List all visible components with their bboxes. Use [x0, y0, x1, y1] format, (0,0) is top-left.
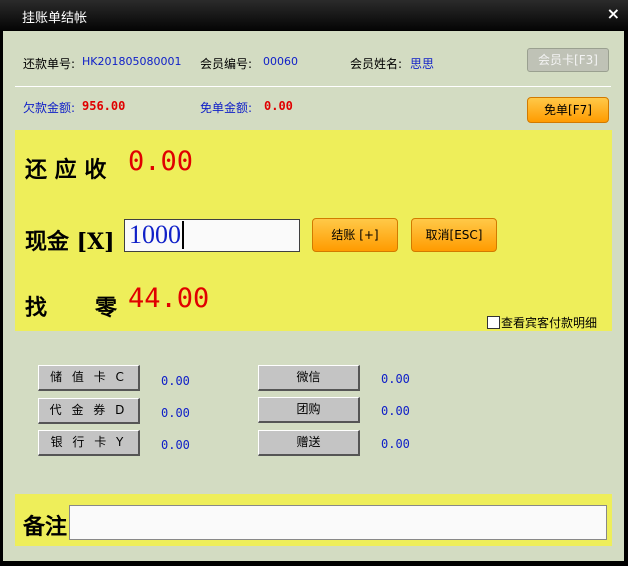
change-label-first: 找	[25, 295, 48, 321]
owed-label: 欠款金额:	[23, 101, 76, 115]
stored-value-card-button[interactable]: 储 值 卡 C	[38, 365, 140, 391]
detail-checkbox-label[interactable]: 查看宾客付款明细	[501, 314, 597, 331]
bill-no-label: 还款单号:	[23, 57, 76, 71]
remark-panel: 备注	[15, 494, 612, 546]
member-name-label: 会员姓名:	[350, 57, 403, 71]
detail-checkbox[interactable]	[487, 316, 500, 329]
gift-button[interactable]: 赠送	[258, 430, 360, 456]
payment-panel: 还 应 收 0.00 现金 [X] 1000 结账 [+] 取消[ESC] 找 …	[15, 130, 612, 331]
gift-amount: 0.00	[381, 437, 410, 451]
amount-due-value: 0.00	[128, 146, 194, 177]
bill-no-value: HK201805080001	[82, 55, 182, 68]
waive-label: 免单金额:	[200, 101, 253, 115]
amount-due-label: 还 应 收	[25, 157, 107, 183]
cash-label: 现金 [X]	[25, 229, 115, 255]
member-no-label: 会员编号:	[200, 57, 253, 71]
group-buy-button[interactable]: 团购	[258, 397, 360, 423]
bank-card-button[interactable]: 银 行 卡 Y	[38, 430, 140, 456]
dialog-body: 还款单号: HK201805080001 会员编号: 00060 会员姓名: 思…	[3, 31, 624, 561]
cash-input-value: 1000	[129, 221, 184, 249]
divider	[15, 86, 611, 87]
waive-value: 0.00	[264, 99, 293, 113]
owed-value: 956.00	[82, 99, 126, 113]
waive-button[interactable]: 免单[F7]	[527, 97, 609, 123]
checkout-button[interactable]: 结账 [+]	[312, 218, 398, 252]
title-bar: 挂账单结帐 ×	[0, 0, 628, 30]
checkout-dialog: 挂账单结帐 × 还款单号: HK201805080001 会员编号: 00060…	[0, 0, 628, 566]
wechat-button[interactable]: 微信	[258, 365, 360, 391]
stored-value-card-amount: 0.00	[161, 374, 190, 388]
change-label-second: 零	[95, 295, 118, 321]
member-card-button[interactable]: 会员卡[F3]	[527, 48, 609, 72]
cancel-button[interactable]: 取消[ESC]	[411, 218, 497, 252]
voucher-button[interactable]: 代 金 券 D	[38, 398, 140, 424]
change-value: 44.00	[128, 283, 210, 314]
group-buy-amount: 0.00	[381, 404, 410, 418]
voucher-amount: 0.00	[161, 406, 190, 420]
remark-label: 备注	[23, 514, 68, 540]
close-icon[interactable]: ×	[607, 4, 620, 23]
member-name-value: 思思	[410, 57, 435, 71]
bank-card-amount: 0.00	[161, 438, 190, 452]
window-title: 挂账单结帐	[22, 11, 88, 26]
remark-input[interactable]	[69, 505, 607, 540]
wechat-amount: 0.00	[381, 372, 410, 386]
cash-input[interactable]: 1000	[124, 219, 300, 252]
member-no-value: 00060	[263, 55, 298, 68]
